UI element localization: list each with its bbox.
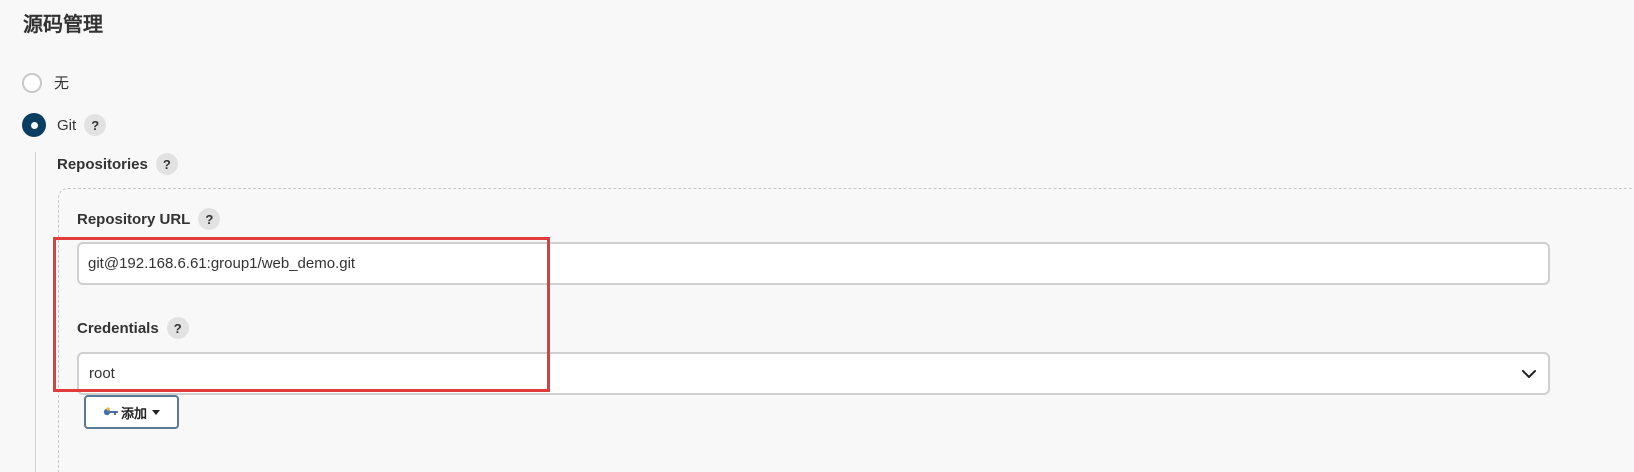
add-button-label: 添加 <box>120 405 147 421</box>
repositories-label-row: Repositories ? <box>57 153 178 175</box>
radio-git[interactable] <box>22 113 46 137</box>
radio-none-label: 无 <box>54 75 70 92</box>
scm-config-page: 源码管理 无 Git ? Repositories ? Repository U… <box>0 0 1634 472</box>
chevron-down-icon <box>1522 369 1536 378</box>
scm-option-git[interactable]: Git ? <box>22 113 107 137</box>
key-icon <box>103 407 119 417</box>
repository-url-help-icon[interactable]: ? <box>198 208 221 230</box>
radio-git-label: Git <box>57 116 77 134</box>
highlight-annotation-box <box>53 237 550 392</box>
radio-dot-icon <box>30 121 38 129</box>
add-credentials-button[interactable]: 添加 <box>84 395 179 429</box>
repository-url-label-row: Repository URL ? <box>77 208 221 230</box>
radio-none[interactable] <box>22 72 42 93</box>
git-help-icon[interactable]: ? <box>84 114 107 136</box>
nested-indent-line <box>35 152 36 472</box>
section-title: 源码管理 <box>23 12 103 36</box>
scm-option-none[interactable]: 无 <box>22 72 69 93</box>
repository-url-label: Repository URL <box>77 210 191 228</box>
caret-down-icon <box>152 409 160 415</box>
repositories-help-icon[interactable]: ? <box>155 153 178 175</box>
repositories-label: Repositories <box>57 155 148 173</box>
